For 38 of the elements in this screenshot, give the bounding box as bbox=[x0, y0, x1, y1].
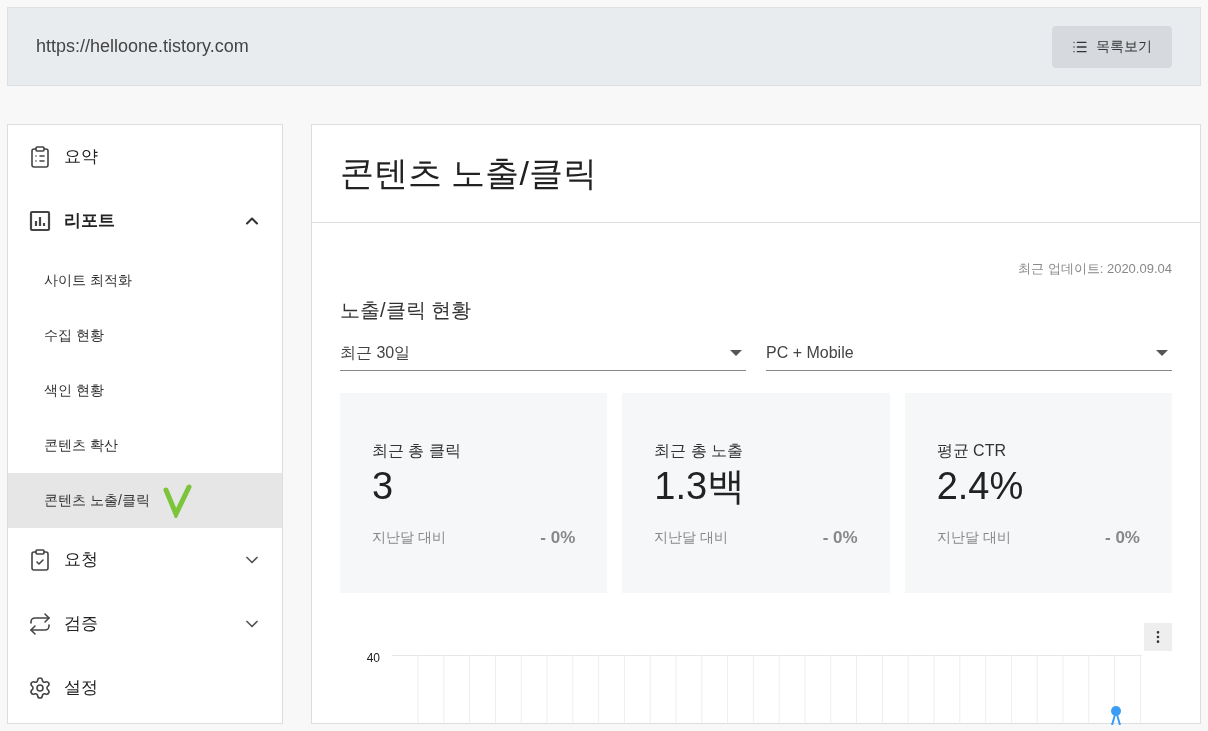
site-url: https://helloone.tistory.com bbox=[36, 35, 249, 58]
sidebar-subitem[interactable]: 수집 현황 bbox=[8, 308, 282, 363]
page-title: 콘텐츠 노출/클릭 bbox=[340, 153, 597, 194]
stat-value: 1.3백 bbox=[654, 463, 747, 509]
sidebar-item[interactable]: 설정 bbox=[8, 656, 282, 720]
clipboard-check-icon bbox=[28, 548, 52, 572]
compare-label: 지난달 대비 bbox=[654, 527, 729, 547]
compare-label: 지난달 대비 bbox=[372, 527, 446, 547]
last-updated-text: 최근 업데이트: 2020.09.04 bbox=[1018, 260, 1172, 278]
sidebar-item[interactable]: 검증 bbox=[8, 592, 282, 656]
sidebar-subitem[interactable]: 콘텐츠 확산 bbox=[8, 418, 282, 473]
check-mark-drawing bbox=[161, 483, 192, 518]
axis-tick-label: 40 bbox=[365, 649, 380, 667]
sidebar-subitem[interactable]: 콘텐츠 노출/클릭 bbox=[8, 473, 282, 528]
stat-label: 최근 총 노출 bbox=[654, 440, 745, 461]
sidebar-subitem[interactable]: 사이트 최적화 bbox=[8, 253, 282, 308]
dropdown-triangle-icon bbox=[730, 350, 742, 356]
sidebar-subitem[interactable]: 색인 현황 bbox=[8, 363, 282, 418]
settings-icon bbox=[28, 676, 52, 700]
dropdown-field[interactable]: 최근 30일 bbox=[340, 336, 746, 371]
repeat-icon bbox=[28, 612, 52, 636]
stat-label: 최근 총 클릭 bbox=[372, 440, 462, 461]
stat-value: 3 bbox=[372, 463, 395, 509]
section-title: 노출/클릭 현황 bbox=[340, 297, 473, 323]
sidebar-item[interactable]: 리포트 bbox=[8, 189, 282, 253]
bar-chart-icon bbox=[28, 209, 52, 233]
change-value: - 0% bbox=[1105, 526, 1140, 549]
list-view-button[interactable]: 목록보기 bbox=[1052, 25, 1172, 68]
dropdown-field[interactable]: PC + Mobile bbox=[766, 336, 1172, 371]
stat-label: 평균 CTR bbox=[936, 440, 1007, 461]
sidebar-item[interactable]: 요약 bbox=[8, 125, 282, 189]
compare-label: 지난달 대비 bbox=[936, 527, 1011, 547]
sidebar-item[interactable]: 요청 bbox=[8, 528, 282, 592]
clipboard-icon bbox=[28, 145, 52, 169]
change-value: - 0% bbox=[822, 526, 858, 549]
dropdown-triangle-icon bbox=[1156, 350, 1168, 356]
stat-value: 2.4% bbox=[936, 463, 1025, 509]
change-value: - 0% bbox=[540, 526, 576, 549]
